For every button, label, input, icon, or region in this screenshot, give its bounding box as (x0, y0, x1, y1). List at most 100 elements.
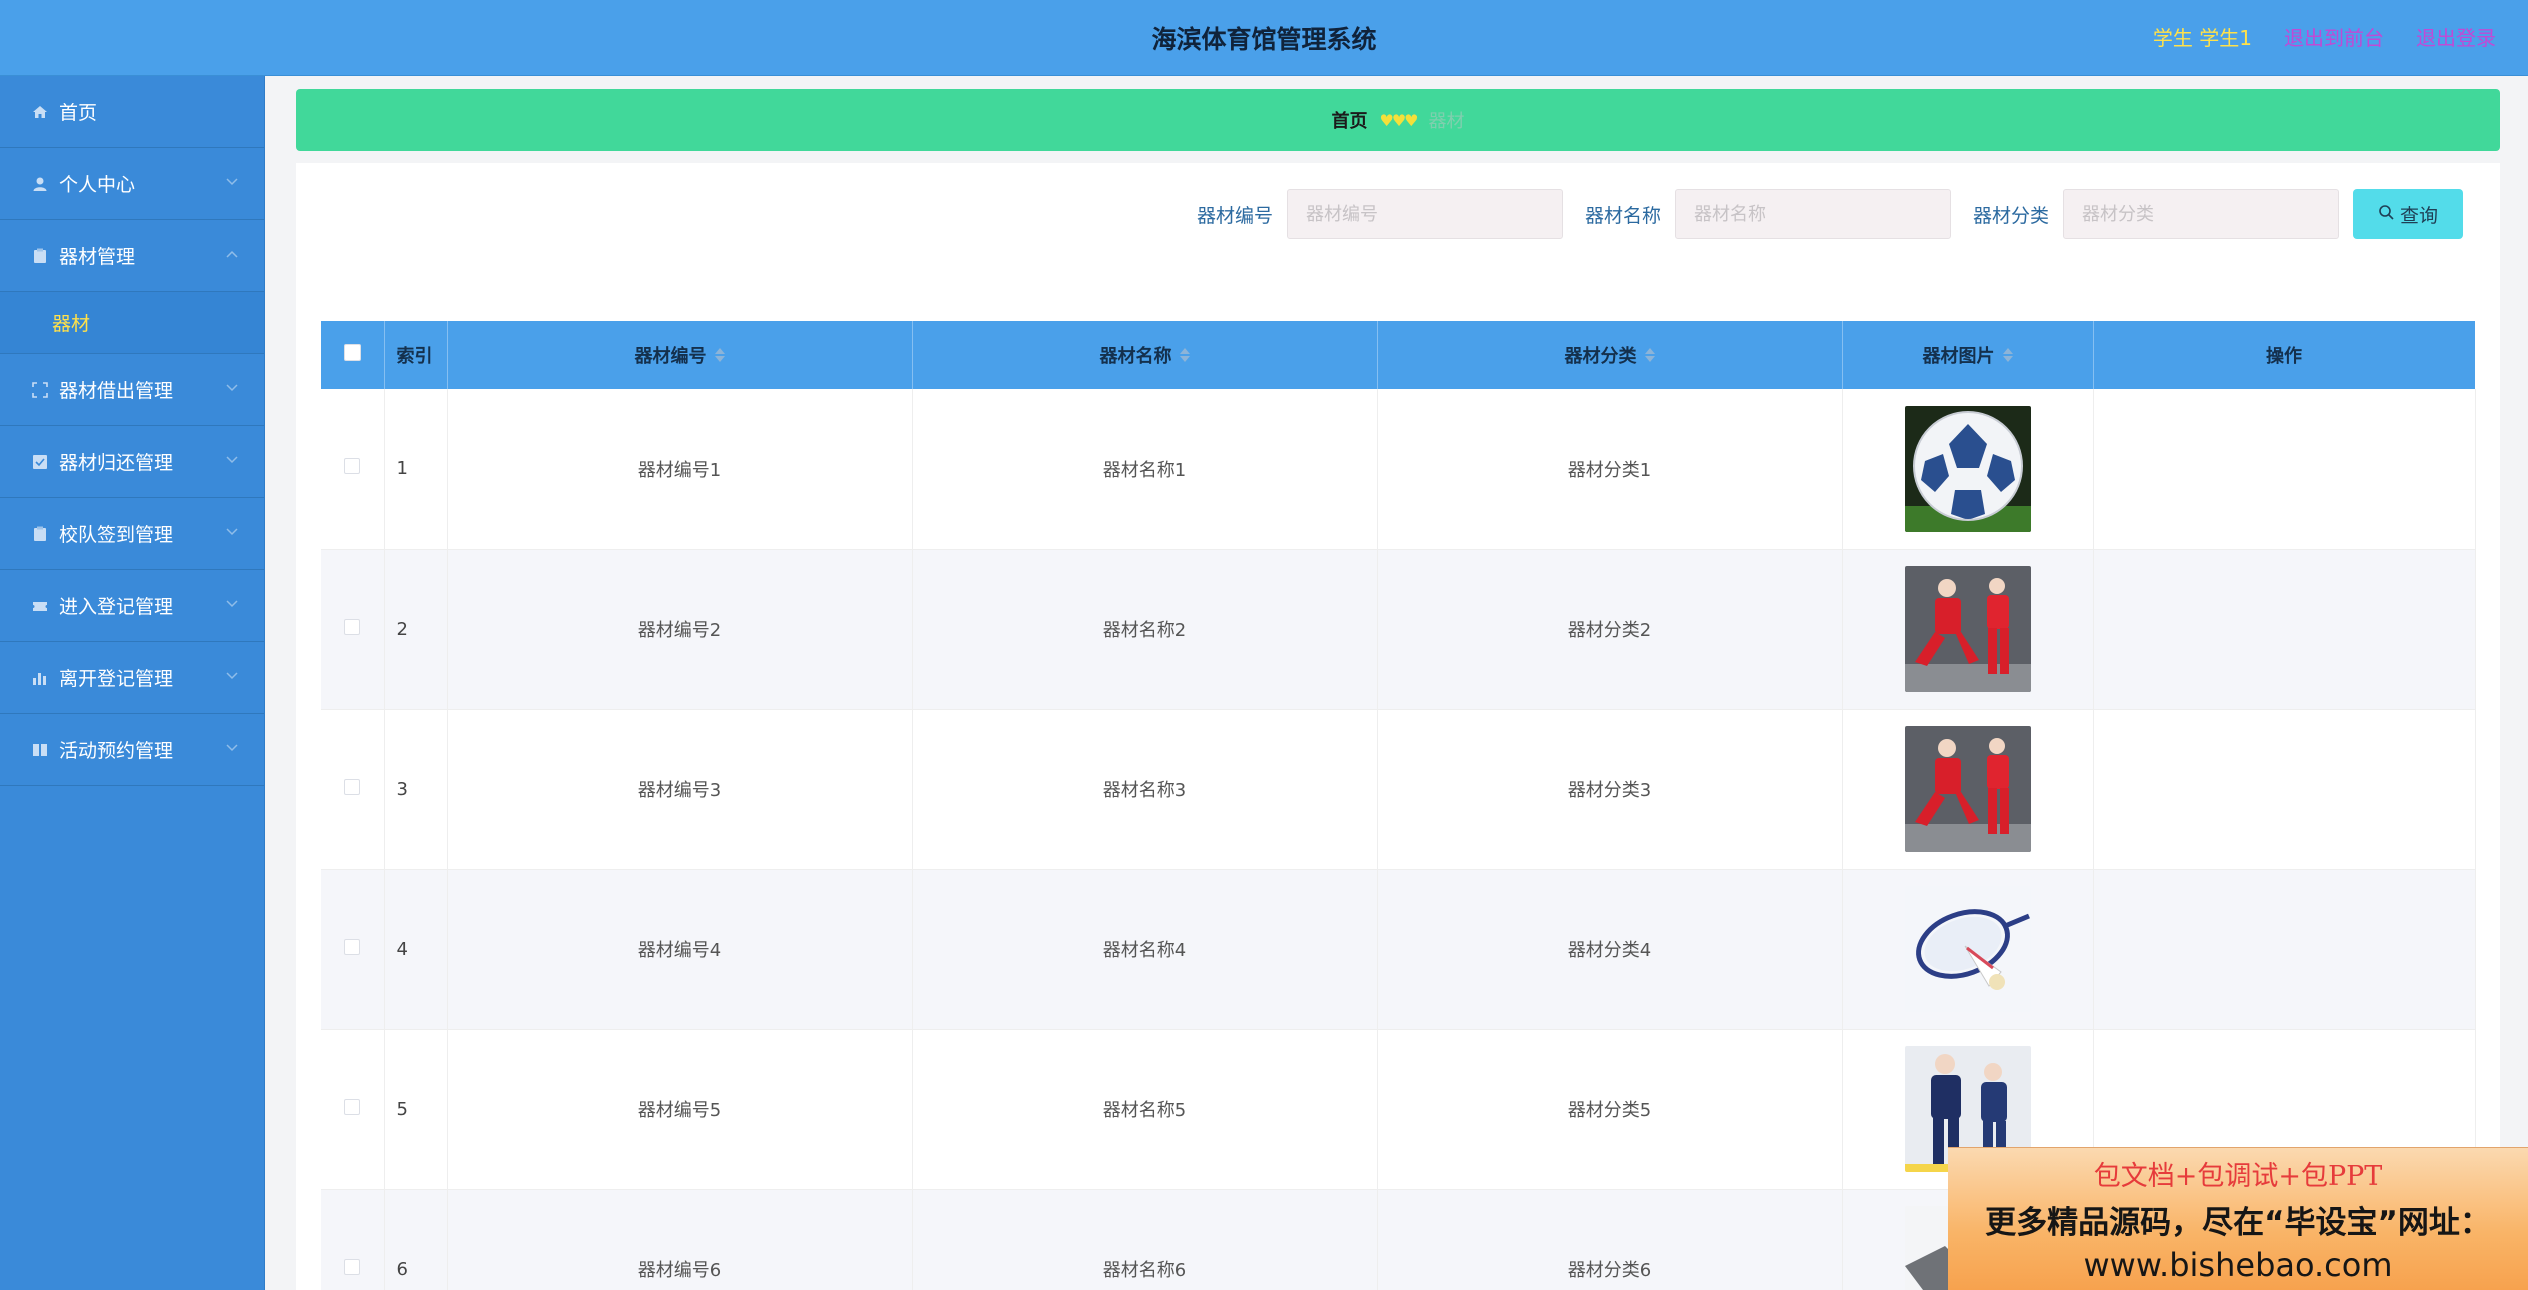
header-actions: 学生 学生1 退出到前台 退出登录 (2153, 22, 2496, 51)
badminton-image[interactable] (1904, 886, 2031, 1012)
row-name: 器材名称4 (912, 869, 1378, 1030)
breadcrumb-home[interactable]: 首页 (1331, 107, 1367, 133)
row-checkbox[interactable] (344, 458, 361, 475)
row-checkbox[interactable] (344, 778, 361, 795)
header-image-label: 器材图片 (1922, 346, 1995, 367)
chevron-down-icon (226, 668, 238, 684)
ticket-icon (31, 597, 49, 615)
table-row: 2 器材编号2 器材名称2 器材分类2 (321, 549, 2476, 710)
select-all-checkbox[interactable] (343, 344, 361, 361)
promo-line-1: 包文档+包调试+包PPT (2093, 1161, 2383, 1192)
sidebar-item-activity[interactable]: 活动预约管理 (0, 714, 264, 786)
row-category: 器材分类5 (1377, 1029, 1843, 1190)
red-tracksuit-image[interactable] (1904, 726, 2031, 852)
row-index: 4 (384, 869, 448, 1030)
sidebar-item-label: 器材借出管理 (59, 380, 174, 402)
sidebar-item-label: 器材归还管理 (59, 452, 174, 474)
sidebar-item-equipment[interactable]: 器材管理 (0, 220, 264, 292)
row-select-cell (321, 1189, 385, 1290)
sidebar-item-home[interactable]: 首页 (0, 76, 264, 148)
name-search-input[interactable] (1674, 189, 1951, 239)
row-index: 2 (384, 549, 448, 710)
row-name: 器材名称2 (912, 549, 1378, 710)
row-name: 器材名称3 (912, 709, 1378, 870)
header-category[interactable]: 器材分类 (1377, 321, 1843, 389)
soccer-ball-image[interactable] (1904, 405, 2031, 532)
header-code[interactable]: 器材编号 (447, 321, 913, 389)
row-code: 器材编号2 (447, 549, 913, 710)
row-category: 器材分类2 (1377, 549, 1843, 710)
row-checkbox[interactable] (344, 938, 361, 955)
sidebar-item-profile[interactable]: 个人中心 (0, 148, 264, 220)
current-user: 学生 学生1 (2152, 26, 2252, 50)
row-image-cell (1842, 389, 2094, 550)
row-image-cell (1842, 709, 2094, 870)
table-header-row: 索引 器材编号 器材名称 器材分类 器材图片 操作 (321, 321, 2476, 389)
row-select-cell (321, 869, 385, 1030)
row-code: 器材编号3 (447, 709, 913, 870)
row-category: 器材分类4 (1377, 869, 1843, 1030)
chevron-down-icon (226, 452, 238, 468)
row-name: 器材名称5 (912, 1029, 1378, 1190)
sidebar-item-return[interactable]: 器材归还管理 (0, 426, 264, 498)
chevron-up-icon (226, 246, 238, 262)
sort-icon[interactable] (1644, 348, 1655, 362)
sidebar-item-signin[interactable]: 校队签到管理 (0, 498, 264, 570)
sidebar-item-exit[interactable]: 离开登记管理 (0, 642, 264, 714)
row-code: 器材编号6 (447, 1189, 913, 1290)
equipment-table: 索引 器材编号 器材名称 器材分类 器材图片 操作 1 器材编号1 器材名称1 … (321, 321, 2476, 1290)
sidebar-item-label: 进入登记管理 (59, 596, 174, 618)
row-checkbox[interactable] (344, 1098, 361, 1115)
promo-url: www.bishebao.com (2083, 1246, 2393, 1284)
promo-banner: 包文档+包调试+包PPT 更多精品源码，尽在“毕设宝”网址： www.bishe… (1948, 1147, 2528, 1290)
row-code: 器材编号1 (447, 389, 913, 550)
sort-icon[interactable] (2002, 348, 2013, 362)
sidebar-item-label: 个人中心 (59, 174, 136, 196)
row-code: 器材编号4 (447, 869, 913, 1030)
header-name-label: 器材名称 (1099, 346, 1172, 367)
sidebar-item-label: 首页 (59, 102, 98, 124)
chevron-down-icon (226, 174, 238, 190)
row-checkbox[interactable] (344, 1258, 361, 1275)
row-select-cell (321, 1029, 385, 1190)
sidebar-subitem-equipment[interactable]: 器材 (0, 292, 264, 354)
row-actions (2093, 549, 2476, 710)
code-search-input[interactable] (1286, 189, 1563, 239)
sidebar-item-label: 校队签到管理 (59, 524, 174, 546)
red-tracksuit-image[interactable] (1904, 566, 2031, 692)
sidebar-item-entry[interactable]: 进入登记管理 (0, 570, 264, 642)
chevron-down-icon (226, 524, 238, 540)
top-header: 海滨体育馆管理系统 学生 学生1 退出到前台 退出登录 (0, 0, 2528, 76)
checkbox-icon (31, 453, 49, 471)
select-all-cell (321, 321, 385, 389)
header-code-label: 器材编号 (634, 346, 707, 367)
home-icon (31, 103, 49, 121)
row-index: 1 (384, 389, 448, 550)
row-select-cell (321, 389, 385, 550)
row-checkbox[interactable] (344, 618, 361, 635)
sidebar-item-label: 活动预约管理 (59, 740, 174, 762)
row-name: 器材名称1 (912, 389, 1378, 550)
code-label: 器材编号 (1196, 204, 1273, 227)
back-to-frontend-link[interactable]: 退出到前台 (2284, 22, 2384, 51)
search-button[interactable]: 查询 (2353, 189, 2463, 239)
table-row: 4 器材编号4 器材名称4 器材分类4 (321, 869, 2476, 1030)
chevron-down-icon (226, 740, 238, 756)
main-panel: 器材编号 器材名称 器材分类 查询 索引 器材编号 器材名称 器材分类 器材图片… (296, 163, 2500, 1290)
header-image[interactable]: 器材图片 (1842, 321, 2094, 389)
breadcrumb-current: 器材 (1428, 111, 1465, 132)
breadcrumb: 首页 ♥♥♥ 器材 (296, 89, 2500, 151)
row-image-cell (1842, 869, 2094, 1030)
sort-icon[interactable] (1179, 348, 1190, 362)
sort-icon[interactable] (714, 348, 725, 362)
header-name[interactable]: 器材名称 (912, 321, 1378, 389)
header-actions: 操作 (2093, 321, 2476, 389)
search-button-label: 查询 (2399, 204, 2438, 227)
category-search-input[interactable] (2063, 189, 2339, 239)
row-index: 3 (384, 709, 448, 870)
sidebar-item-label: 离开登记管理 (59, 668, 174, 690)
sidebar-item-lending[interactable]: 器材借出管理 (0, 354, 264, 426)
chevron-down-icon (226, 596, 238, 612)
sidebar-item-label: 器材管理 (59, 246, 136, 268)
logout-link[interactable]: 退出登录 (2416, 22, 2496, 51)
